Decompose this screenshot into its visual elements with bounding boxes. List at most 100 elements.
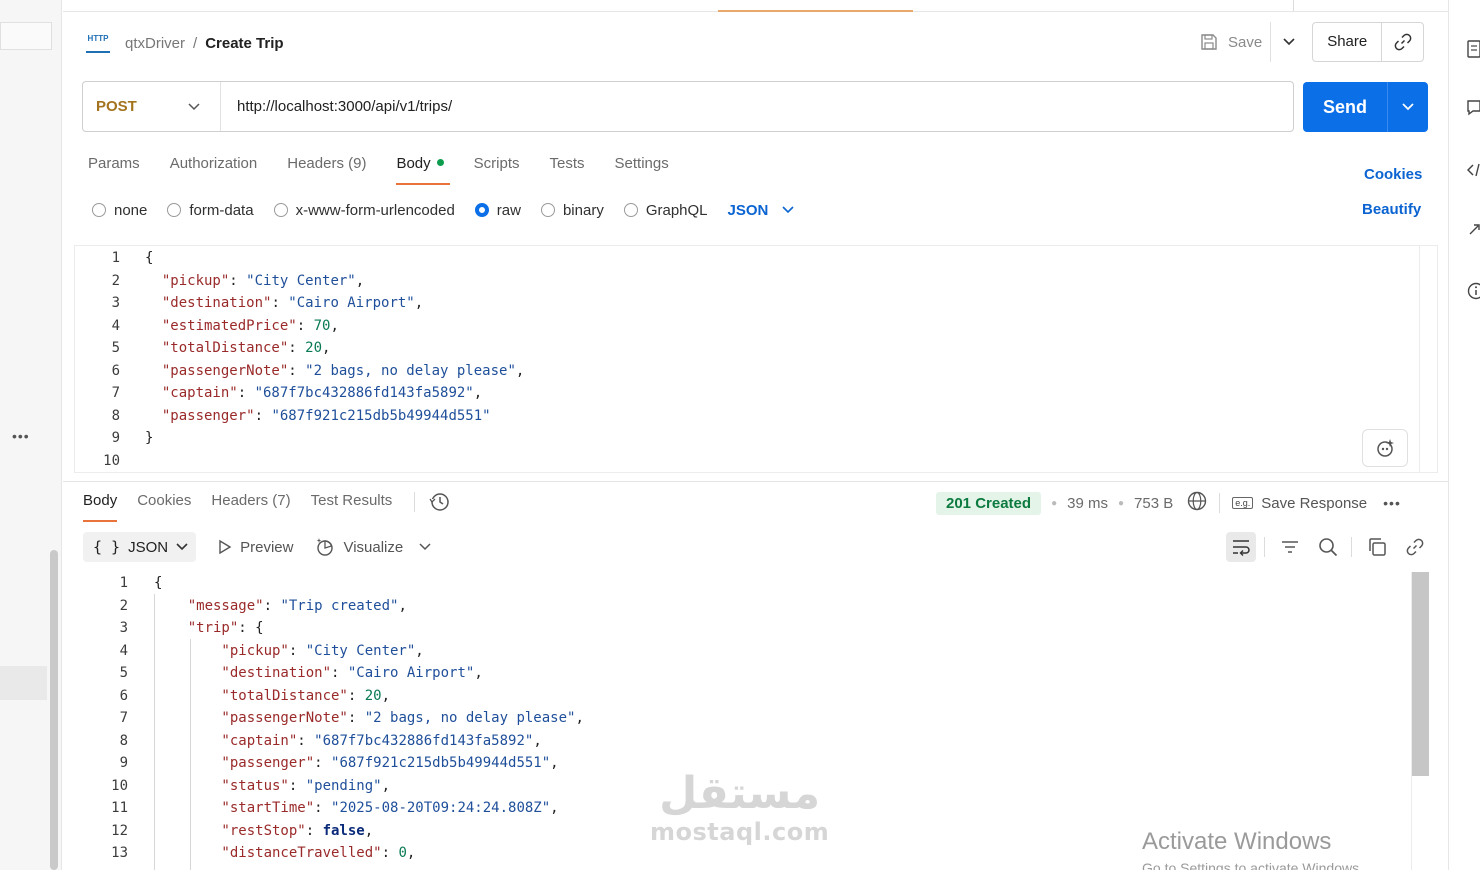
response-tab-body[interactable]: Body [83,492,118,522]
radio-label: form-data [189,201,254,219]
filter-icon [1282,541,1298,553]
code-token: { [145,250,154,266]
body-format-select[interactable]: JSON [728,202,795,219]
preview-button[interactable]: Preview [218,539,293,556]
response-meta: 201 Created ● 39 ms ● 753 B e.g. Save Re… [936,490,1401,516]
scrollbar-thumb[interactable] [1412,572,1429,776]
panel-divider[interactable] [63,481,1448,482]
tab-label: Scripts [473,155,520,172]
method-label: POST [96,98,137,115]
response-tab-test-results[interactable]: Test Results [311,492,393,522]
tab-settings[interactable]: Settings [615,155,669,185]
code-token: 20 [364,687,382,704]
sidebar-search-box[interactable] [0,22,52,50]
page-title[interactable]: Create Trip [205,35,283,52]
line-number: 3 [111,295,120,311]
save-response-button[interactable]: e.g. Save Response [1232,495,1367,512]
status-badge[interactable]: 201 Created [936,491,1042,515]
response-scrollbar[interactable] [1411,572,1429,870]
history-icon[interactable] [429,491,451,518]
tools-divider [1351,537,1352,557]
network-globe-icon[interactable] [1187,491,1207,515]
radio-label: binary [562,201,604,219]
code-token: , [474,665,483,681]
copy-link-button[interactable] [1400,532,1430,562]
line-number: 7 [111,385,120,401]
save-response-label: Save Response [1261,494,1368,512]
wrap-lines-button[interactable] [1226,532,1256,562]
response-size[interactable]: 753 B [1134,495,1173,512]
method-select[interactable]: POST [83,82,221,131]
ai-assist-button[interactable] [1362,429,1408,467]
code-token: "message" [154,597,264,614]
save-label: Save [1228,33,1263,51]
chevron-down-icon [1283,38,1295,46]
breadcrumb-collection[interactable]: qtxDriver [125,35,185,52]
response-format-select[interactable]: { } JSON [83,532,197,562]
active-request-tab-indicator[interactable] [718,10,913,12]
code-text: "passengerNote": "2 bags, no delay pleas… [154,707,583,729]
visualize-options-button[interactable] [419,543,439,551]
line-number: 10 [111,777,128,794]
watermark-arabic: مستقل [659,768,821,819]
send-options-button[interactable] [1387,82,1428,132]
tab-authorization[interactable]: Authorization [170,155,258,185]
tab-tests[interactable]: Tests [550,155,585,185]
radio-graphql[interactable]: GraphQL [623,202,708,219]
tab-strip [63,0,1448,12]
radio-circle [273,203,288,217]
cookies-link[interactable]: Cookies [1364,166,1422,183]
response-tab-headers[interactable]: Headers (7) [211,492,290,522]
preview-label: Preview [240,538,294,556]
code-icon[interactable] [1466,162,1480,180]
more-options-icon[interactable]: ••• [12,428,30,444]
line-number: 6 [119,687,128,704]
more-options-icon[interactable]: ••• [1383,495,1401,511]
beautify-link[interactable]: Beautify [1362,201,1421,218]
code-text: "captain": "687f7bc432886fd143fa5892", [154,730,541,752]
save-button[interactable]: Save [1196,22,1270,62]
code-token: "2 bags, no delay please" [364,710,576,726]
copy-button[interactable] [1362,532,1392,562]
tab-label: Headers (9) [287,155,367,172]
url-input[interactable]: http://localhost:3000/api/v1/trips/ [221,98,452,115]
sidebar-selected-item[interactable] [0,666,47,700]
sidebar-scrollbar[interactable] [50,550,58,870]
related-icon[interactable] [1467,222,1480,240]
comments-icon[interactable] [1467,100,1480,118]
code-token: "Cairo Airport" [347,665,475,681]
tab-scripts[interactable]: Scripts [474,155,520,185]
radio-x-www-form-urlencoded[interactable]: x-www-form-urlencoded [273,202,455,219]
response-tabs: Body Cookies Headers (7) Test Results [83,492,451,522]
documentation-icon[interactable] [1467,40,1480,58]
response-tab-cookies[interactable]: Cookies [137,492,191,522]
info-icon[interactable] [1467,282,1480,300]
request-body-editor[interactable]: 1 {2 "pickup": "City Center", 3 "destinati… [74,245,1438,473]
share-button[interactable]: Share [1313,23,1381,61]
save-icon [1201,34,1217,50]
visualize-button[interactable]: Visualize [315,537,403,557]
code-text: "trip": { [154,617,264,639]
filter-button[interactable] [1275,532,1305,562]
left-sidebar: ••• [0,0,62,870]
copy-link-button[interactable] [1381,23,1423,61]
radio-raw[interactable]: raw [474,202,521,219]
search-icon [1319,538,1338,557]
tab-headers[interactable]: Headers (9) [287,155,366,185]
code-token: "passengerNote" [154,710,348,726]
radio-none[interactable]: none [92,202,147,219]
send-button[interactable]: Send [1303,82,1387,132]
code-token: "Cairo Airport" [288,295,415,311]
response-time[interactable]: 39 ms [1067,495,1108,512]
tab-body[interactable]: Body [396,155,450,185]
editor-scrollbar[interactable] [1419,246,1437,472]
radio-form-data[interactable]: form-data [167,201,254,219]
radio-binary[interactable]: binary [540,201,604,219]
code-text: "pickup": "City Center", [145,270,364,292]
code-token: "trip" [154,620,239,636]
tab-params[interactable]: Params [88,155,140,185]
tabs-divider [414,492,416,512]
save-options-button[interactable] [1270,22,1306,62]
search-button[interactable] [1313,532,1343,562]
line-number: 1 [119,575,128,591]
